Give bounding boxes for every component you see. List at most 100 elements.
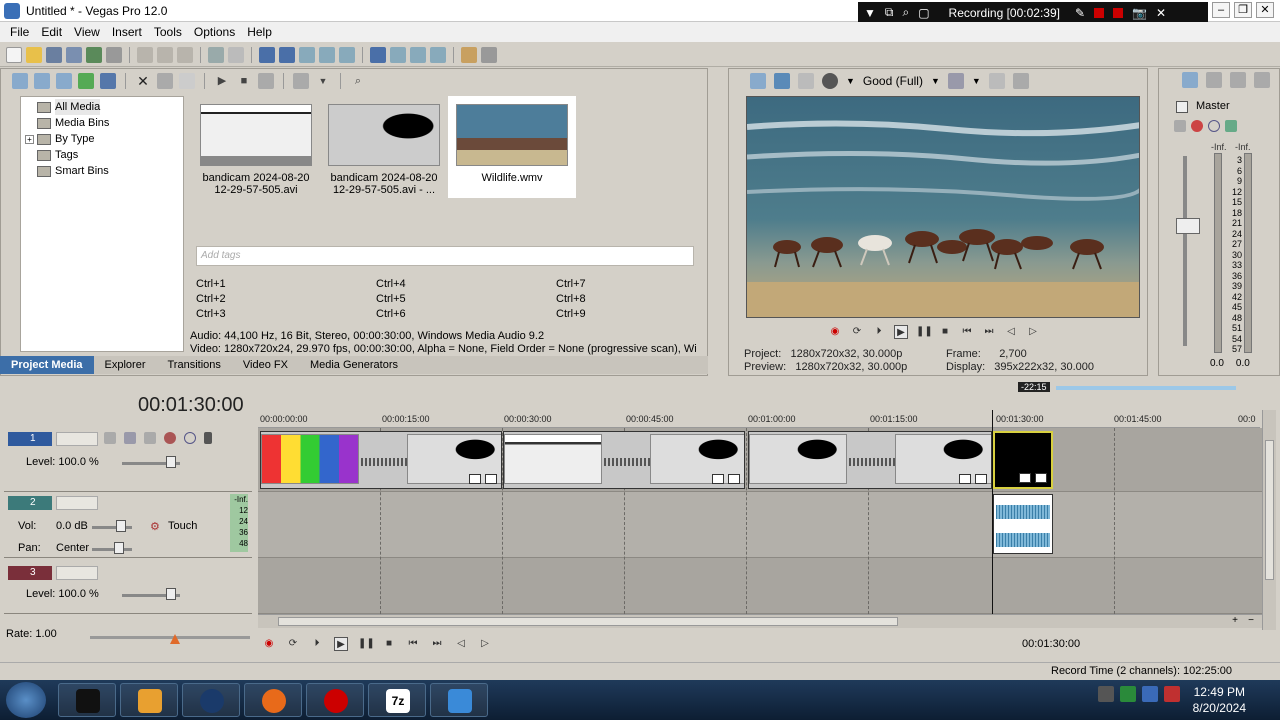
clip-fx-icon[interactable] [975,474,987,484]
clip-fx-icon[interactable] [485,474,497,484]
volume-slider[interactable] [92,526,132,529]
tree-item-tags[interactable]: Tags [25,147,179,163]
save-as-icon[interactable] [66,46,82,63]
pan-slider[interactable] [92,548,132,551]
video-clip[interactable] [503,431,745,489]
tree-item-media-bins[interactable]: Media Bins [25,115,179,131]
play-icon[interactable]: ▶ [894,325,908,339]
track-name-field[interactable] [56,566,98,580]
track-fx-icon[interactable] [124,432,136,444]
preview-quality-select[interactable]: Good (Full) [863,74,923,88]
tray-record-icon[interactable] [1164,686,1180,702]
video-clip[interactable] [748,431,992,489]
rate-slider[interactable] [90,634,250,644]
vertical-scrollbar[interactable] [1262,410,1276,630]
get-media-icon[interactable] [56,73,72,89]
dim-output-icon[interactable] [1230,72,1246,88]
media-properties-icon[interactable] [157,73,173,89]
preview-properties-icon[interactable] [750,73,766,89]
taskbar-app[interactable] [182,683,240,717]
solo-icon[interactable] [204,432,212,444]
crop-icon[interactable] [1019,473,1031,483]
play-from-start-icon[interactable]: ⏵ [872,325,886,339]
media-item-selected[interactable]: Wildlife.wmv [448,96,576,198]
taskbar-app[interactable]: 7z [368,683,426,717]
pause-record-icon[interactable] [1094,7,1105,18]
tab-media-generators[interactable]: Media Generators [299,356,409,374]
automation-mode[interactable]: Touch [168,520,197,532]
master-checkbox[interactable] [1176,101,1188,113]
record-icon[interactable]: ◉ [262,637,276,651]
zoom-out-icon[interactable]: − [1248,615,1254,626]
split-screen-icon[interactable] [798,73,814,89]
cursor-position[interactable]: 00:01:30:00 [1022,638,1080,650]
level-slider-knob[interactable] [166,456,176,468]
undo-icon[interactable] [208,46,224,63]
downmix-icon[interactable] [1206,72,1222,88]
mute-icon[interactable] [184,432,196,444]
track-header-video-1[interactable]: 1 Level: 100.0 % [4,428,252,492]
tab-explorer[interactable]: Explorer [94,356,157,374]
redo-icon[interactable] [228,46,244,63]
go-to-end-icon[interactable]: ⏭ [982,325,996,339]
video-clip[interactable] [260,431,502,489]
stop-icon[interactable]: ■ [382,637,396,651]
video-lane-3[interactable] [258,558,1262,614]
magnify-icon[interactable]: ⌕ [902,5,909,20]
menu-help[interactable]: Help [241,22,278,42]
new-project-icon[interactable] [6,46,22,63]
tree-item-by-type[interactable]: + By Type [25,131,179,147]
zoom-tool-icon[interactable] [410,46,426,63]
go-to-end-icon[interactable]: ⏭ [430,637,444,651]
track-header-audio-2[interactable]: 2 Vol: 0.0 dB ⚙ Touch Pan: Center -Inf. … [4,492,252,558]
tree-item-all-media[interactable]: All Media [25,99,179,115]
stop-media-icon[interactable]: ■ [236,73,252,89]
go-to-start-icon[interactable]: ⏮ [960,325,974,339]
system-clock[interactable]: 12:49 PM 8/20/2024 [1193,684,1246,716]
start-button[interactable] [6,682,46,718]
master-solo-icon[interactable] [1225,120,1237,132]
views-dropdown-icon[interactable]: ▼ [315,73,331,89]
audio-lane-2[interactable] [258,492,1262,558]
whats-this-help-icon[interactable] [481,46,497,63]
master-properties-icon[interactable] [1182,72,1198,88]
master-mute-icon[interactable] [1208,120,1220,132]
envelope-tool-icon[interactable] [279,46,295,63]
tab-transitions[interactable]: Transitions [157,356,232,374]
taskbar-app[interactable] [306,683,364,717]
auto-crossfade-icon[interactable] [390,46,406,63]
next-frame-icon[interactable]: ▷ [478,637,492,651]
grid-dropdown-icon[interactable]: ▼ [972,76,981,86]
play-icon[interactable]: ▶ [334,637,348,651]
mixer-icon[interactable] [1254,72,1270,88]
remove-media-icon[interactable]: ✕ [135,73,151,89]
tree-item-smart-bins[interactable]: Smart Bins [25,163,179,179]
go-to-start-icon[interactable]: ⏮ [406,637,420,651]
volume-slider-knob[interactable] [116,520,126,532]
menu-insert[interactable]: Insert [106,22,148,42]
auto-preview-icon[interactable] [258,73,274,89]
search-media-icon[interactable] [100,73,116,89]
previous-frame-icon[interactable]: ◁ [454,637,468,651]
selected-video-clip[interactable] [993,431,1053,489]
next-frame-icon[interactable]: ▷ [1026,325,1040,339]
tray-network-icon[interactable] [1120,686,1136,702]
grid-icon[interactable] [947,73,964,89]
audio-clip[interactable] [993,494,1053,554]
tab-video-fx[interactable]: Video FX [232,356,299,374]
expand-icon[interactable]: + [25,135,34,144]
capture-video-icon[interactable] [34,73,50,89]
camera-icon[interactable]: 📷 [1132,6,1147,20]
playhead-cursor[interactable] [992,410,993,614]
timeline-timecode[interactable]: 00:01:30:00 [138,394,244,417]
taskbar-app[interactable] [58,683,116,717]
crop-icon[interactable] [959,474,971,484]
region-icon[interactable]: ▢ [918,6,929,20]
scroll-thumb[interactable] [1265,440,1274,580]
automation-icon[interactable] [164,432,176,444]
tags-input[interactable]: Add tags [196,246,694,266]
tray-app-icon[interactable] [1142,686,1158,702]
clip-fx-icon[interactable] [1035,473,1047,483]
lock-envelopes-icon[interactable] [319,46,335,63]
loop-region-marker[interactable]: -22:15 [1018,382,1050,392]
